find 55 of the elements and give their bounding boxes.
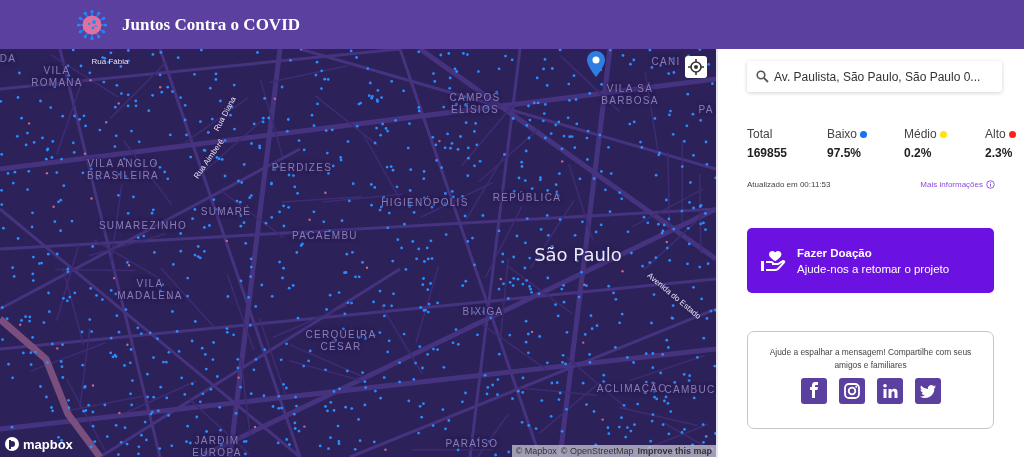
- address-search-field[interactable]: Av. Paulista, São Paulo, São Paulo 0...: [747, 61, 1002, 92]
- more-info-link[interactable]: Mais informações: [920, 180, 995, 189]
- stat-value: 169855: [747, 146, 789, 160]
- hand-heart-icon: [761, 249, 787, 272]
- app-title: Juntos Contra o COVID: [122, 14, 301, 35]
- district-label: REPÚBLICA: [492, 192, 562, 204]
- virus-logo-icon: [76, 8, 108, 41]
- donate-button[interactable]: Fazer Doação Ajude-nos a retomar o projeto: [747, 228, 994, 293]
- district-label: DA: [0, 53, 17, 65]
- stat-label: Médio: [904, 127, 937, 141]
- district-label: PACAEMBU: [292, 230, 358, 242]
- stat-value: 2.3%: [985, 146, 1014, 160]
- stat-label: Alto: [985, 127, 1006, 141]
- district-label: SUMARÉ: [200, 206, 252, 218]
- district-label: BARBOSA: [601, 94, 659, 106]
- district-label: SUMAREZINHO: [98, 220, 188, 232]
- district-label: CAMBUC: [664, 384, 716, 396]
- mapbox-logo-icon: [4, 436, 20, 452]
- district-label: ELÍSIOS: [451, 103, 499, 115]
- district-label: PARAÍSO: [445, 438, 499, 450]
- district-label: VILA SÁ: [606, 82, 654, 94]
- district-label: MADALENA: [117, 289, 183, 301]
- district-label: EUROPA: [192, 446, 242, 457]
- district-label: CANI: [651, 56, 681, 68]
- locate-button[interactable]: [685, 56, 707, 78]
- linkedin-icon[interactable]: [876, 377, 903, 404]
- crosshair-icon: [688, 59, 704, 75]
- location-pin-icon[interactable]: [587, 51, 605, 77]
- attribution-link[interactable]: Improve this map: [637, 446, 712, 456]
- district-label: CERQUEIRA: [305, 328, 377, 340]
- stat-value: 97.5%: [827, 146, 863, 160]
- district-label: VILA: [136, 277, 164, 289]
- district-label: VILA ANGLO: [87, 157, 159, 169]
- city-label: São Paulo: [534, 244, 622, 266]
- mapbox-logo-text[interactable]: mapbox: [23, 436, 73, 452]
- district-label: ROMANA: [31, 76, 83, 88]
- attribution-link[interactable]: © Mapbox: [515, 446, 557, 456]
- twitter-icon[interactable]: [914, 377, 941, 404]
- info-icon: [986, 180, 995, 189]
- street-label: Rua Fábia: [91, 57, 129, 67]
- district-label: JARDIM: [194, 434, 240, 446]
- district-label: VILA: [43, 64, 71, 76]
- instagram-icon[interactable]: [838, 377, 865, 404]
- district-label: CÉSAR: [320, 340, 362, 352]
- district-label: BIXIGA: [462, 306, 504, 318]
- stat-label: Baixo: [827, 127, 858, 141]
- updated-time-text: Atualizado em 00:11:53: [747, 180, 831, 189]
- attribution-link[interactable]: © OpenStreetMap: [560, 446, 634, 456]
- facebook-icon[interactable]: [800, 377, 827, 404]
- search-icon: [756, 70, 769, 83]
- stat-value: 0.2%: [904, 146, 933, 160]
- share-message: Ajude a espalhar a mensagem! Compartilhe com seus amigos e familiares: [768, 346, 973, 373]
- district-label: BRASILEIRA: [87, 169, 159, 181]
- district-label: PA: [698, 104, 714, 116]
- stat-label: Total: [747, 127, 773, 141]
